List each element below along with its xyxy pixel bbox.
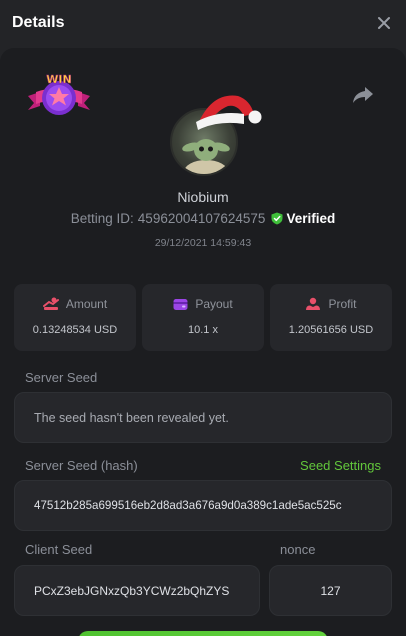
win-badge-icon: WIN <box>26 70 92 122</box>
stat-label-profit: Profit <box>328 297 357 311</box>
server-seed-field[interactable]: The seed hasn't been revealed yet. <box>14 392 392 443</box>
nonce-field[interactable]: 127 <box>269 565 392 616</box>
stat-card-profit: Profit 1.20561656 USD <box>270 284 392 351</box>
betting-id-value: 45962004107624575 <box>137 211 266 226</box>
seed-settings-link[interactable]: Seed Settings <box>300 458 381 473</box>
close-icon[interactable] <box>374 13 394 33</box>
shield-check-icon <box>271 212 283 225</box>
verify-button[interactable] <box>78 631 328 636</box>
server-seed-hash-label: Server Seed (hash) <box>25 458 138 473</box>
payout-icon <box>173 298 188 310</box>
avatar <box>168 86 264 176</box>
server-seed-hash-field[interactable]: 47512b285a699516eb2d8ad3a676a9d0a389c1ad… <box>14 480 392 531</box>
stat-value-amount: 0.13248534 USD <box>32 324 118 336</box>
win-badge-text: WIN <box>46 73 71 86</box>
profit-icon <box>306 297 321 310</box>
username: Niobium <box>177 189 229 205</box>
stat-value-payout: 10.1 x <box>188 324 218 336</box>
stat-card-payout: Payout 10.1 x <box>142 284 264 351</box>
modal-title: Details <box>12 14 65 31</box>
client-seed-label: Client Seed <box>25 542 93 557</box>
nonce-label: nonce <box>280 542 316 557</box>
verified-label: Verified <box>286 211 336 226</box>
share-icon[interactable] <box>351 84 375 106</box>
stat-card-amount: Amount 0.13248534 USD <box>14 284 136 351</box>
client-seed-field[interactable]: PCxZ3ebJGNxzQb3YCWz2bQhZYS <box>14 565 260 616</box>
amount-icon <box>42 297 59 310</box>
santa-hat-icon <box>192 86 264 130</box>
stats-row: Amount 0.13248534 USD Payout 10.1 x Prof… <box>14 284 392 351</box>
stat-value-profit: 1.20561656 USD <box>288 324 374 336</box>
stat-label-payout: Payout <box>195 297 233 311</box>
modal-header: Details <box>0 0 406 46</box>
verified-badge: Verified <box>271 211 335 226</box>
stat-label-amount: Amount <box>65 297 108 311</box>
betting-id-row: Betting ID: 45962004107624575 Verified <box>0 211 406 226</box>
betting-id-label: Betting ID: <box>70 211 134 226</box>
bet-date: 29/12/2021 14:59:43 <box>154 237 252 249</box>
server-seed-label: Server Seed <box>25 370 98 385</box>
